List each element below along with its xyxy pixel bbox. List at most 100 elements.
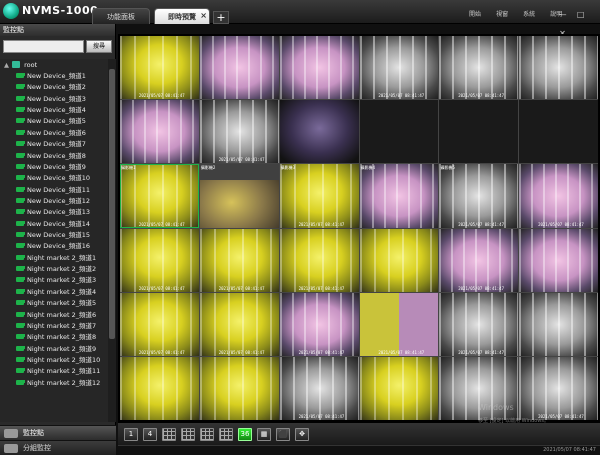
empty-video-tile[interactable] bbox=[519, 100, 598, 164]
tree-item-channel[interactable]: Night market 2_頻道2 bbox=[0, 264, 116, 275]
camera-feed-tile[interactable] bbox=[120, 356, 199, 420]
tree-item-channel[interactable]: New Device_頻道2 bbox=[0, 82, 116, 93]
tree-item-channel[interactable]: Night market 2_頻道11 bbox=[0, 366, 116, 377]
camera-feed-tile[interactable]: 攝影機2 bbox=[199, 164, 279, 228]
tree-item-channel[interactable]: Night market 2_頻道3 bbox=[0, 275, 116, 286]
camera-feed-tile[interactable]: 2021/05/07 08:41:47 bbox=[199, 228, 279, 292]
minimize-button[interactable]: — bbox=[556, 10, 569, 20]
feed-timestamp: 2021/05/07 08:41:47 bbox=[298, 349, 345, 355]
camera-feed-tile[interactable]: 2021/05/07 08:41:47 bbox=[519, 356, 598, 420]
camera-feed-tile[interactable]: 2021/05/07 08:41:47 bbox=[359, 292, 439, 356]
tree-item-channel[interactable]: Night market 2_頻道9 bbox=[0, 344, 116, 355]
camera-feed-tile[interactable]: 2021/05/07 08:41:47 bbox=[279, 228, 359, 292]
fullscreen-button[interactable]: ✥ bbox=[295, 428, 309, 441]
tree-item-channel[interactable]: Night market 2_頻道12 bbox=[0, 378, 116, 389]
camera-feed-tile[interactable]: 2021/05/07 08:41:47 bbox=[279, 356, 359, 420]
layout-36-button[interactable]: 36 bbox=[238, 428, 252, 441]
sidebar-nav-monitor[interactable]: 監控點 bbox=[0, 425, 116, 440]
camera-feed-tile[interactable] bbox=[359, 228, 439, 292]
tree-scrollbar[interactable] bbox=[108, 59, 116, 422]
camera-feed-tile[interactable]: 2021/05/07 08:41:47 bbox=[359, 36, 439, 100]
tree-item-channel[interactable]: New Device_頻道1 bbox=[0, 71, 116, 82]
camera-feed-tile[interactable]: 2021/05/07 08:41:47 bbox=[120, 292, 199, 356]
tree-item-channel[interactable]: New Device_頻道4 bbox=[0, 105, 116, 116]
layout-1-button[interactable]: 1 bbox=[124, 428, 138, 441]
tree-item-channel[interactable]: Night market 2_頻道6 bbox=[0, 310, 116, 321]
tree-item-label: New Device_頻道15 bbox=[27, 231, 90, 240]
camera-feed-tile[interactable]: 2021/05/07 08:41:47 bbox=[439, 36, 519, 100]
menu-start[interactable]: 開始 bbox=[464, 9, 486, 18]
camera-feed-tile[interactable]: 攝影機4 bbox=[359, 164, 439, 228]
camera-feed-tile[interactable]: 攝影機3 2021/05/07 08:41:47 bbox=[279, 164, 359, 228]
camera-feed-tile[interactable] bbox=[120, 100, 199, 164]
menu-window[interactable]: 視窗 bbox=[491, 9, 513, 18]
tab-live-preview-label: 即時預覽 bbox=[168, 13, 196, 21]
tree-item-channel[interactable]: New Device_頻道12 bbox=[0, 196, 116, 207]
tree-item-channel[interactable]: Night market 2_頻道7 bbox=[0, 321, 116, 332]
camera-feed-tile[interactable] bbox=[519, 36, 598, 100]
camera-feed-tile[interactable] bbox=[279, 36, 359, 100]
camera-icon bbox=[16, 141, 24, 147]
layout-4-button[interactable]: 4 bbox=[143, 428, 157, 441]
camera-feed-tile[interactable]: 2021/05/07 08:41:47 bbox=[120, 36, 199, 100]
camera-feed-tile[interactable]: 2021/05/07 08:41:47 bbox=[439, 228, 519, 292]
empty-video-tile[interactable] bbox=[359, 100, 439, 164]
search-input[interactable] bbox=[3, 40, 84, 53]
feed-timestamp: 2021/05/07 08:41:47 bbox=[218, 349, 265, 355]
camera-feed-tile[interactable] bbox=[199, 356, 279, 420]
tree-item-channel[interactable]: New Device_頻道13 bbox=[0, 207, 116, 218]
tree-item-channel[interactable]: New Device_頻道5 bbox=[0, 116, 116, 127]
layout-16-button[interactable] bbox=[200, 428, 214, 441]
layout-9-button[interactable] bbox=[181, 428, 195, 441]
tree-item-channel[interactable]: New Device_頻道10 bbox=[0, 173, 116, 184]
layout-custom-button[interactable]: ▦ bbox=[257, 428, 271, 441]
tab-function-panel[interactable]: 功能面板 bbox=[92, 8, 150, 24]
camera-icon bbox=[16, 379, 24, 385]
tree-item-channel[interactable]: New Device_頻道9 bbox=[0, 162, 116, 173]
tree-item-channel[interactable]: New Device_頻道7 bbox=[0, 139, 116, 150]
camera-feed-tile[interactable] bbox=[359, 356, 439, 420]
layout-8-button[interactable] bbox=[162, 428, 176, 441]
camera-feed-tile[interactable]: 2021/05/07 08:41:47 bbox=[439, 292, 519, 356]
tree-item-channel[interactable]: Night market 2_頻道8 bbox=[0, 332, 116, 343]
tree-item-channel[interactable]: New Device_頻道6 bbox=[0, 128, 116, 139]
tree-item-channel[interactable]: New Device_頻道15 bbox=[0, 230, 116, 241]
camera-feed-tile[interactable] bbox=[519, 228, 598, 292]
search-button[interactable]: 搜尋 bbox=[86, 40, 112, 53]
tab-live-preview[interactable]: 即時預覽 × bbox=[154, 8, 210, 24]
tree-item-channel[interactable]: Night market 2_頻道5 bbox=[0, 298, 116, 309]
add-tab-button[interactable]: + bbox=[213, 11, 229, 24]
camera-icon bbox=[16, 322, 24, 328]
camera-feed-tile[interactable]: 2021/05/07 08:41:47 bbox=[279, 292, 359, 356]
camera-feed-tile[interactable]: 攝影機5 2021/05/07 08:41:47 bbox=[439, 164, 519, 228]
record-button[interactable]: ⬛ bbox=[276, 428, 290, 441]
camera-feed-tile[interactable]: 2021/05/07 08:41:47 bbox=[519, 164, 598, 228]
tree-item-channel[interactable]: Night market 2_頻道10 bbox=[0, 355, 116, 366]
menu-system[interactable]: 系統 bbox=[518, 9, 540, 18]
tree-item-channel[interactable]: New Device_頻道3 bbox=[0, 94, 116, 105]
layout-25-button[interactable] bbox=[219, 428, 233, 441]
empty-video-tile[interactable] bbox=[439, 100, 519, 164]
tree-root[interactable]: ▲ root bbox=[0, 59, 116, 71]
group-icon bbox=[4, 444, 18, 453]
tree-item-channel[interactable]: New Device_頻道8 bbox=[0, 151, 116, 162]
sidebar-nav-group[interactable]: 分組監控 bbox=[0, 440, 116, 455]
tree-item-channel[interactable]: Night market 2_頻道1 bbox=[0, 253, 116, 264]
maximize-button[interactable]: □ bbox=[574, 10, 587, 20]
camera-feed-tile[interactable] bbox=[279, 100, 359, 164]
scroll-thumb[interactable] bbox=[109, 69, 115, 339]
tree-item-channel[interactable]: Night market 2_頻道4 bbox=[0, 287, 116, 298]
camera-feed-tile[interactable]: 2021/05/07 08:41:47 bbox=[120, 228, 199, 292]
tree-item-channel[interactable]: New Device_頻道14 bbox=[0, 219, 116, 230]
feed-timestamp: 2021/05/07 08:41:47 bbox=[538, 221, 584, 227]
camera-feed-tile[interactable]: 2021/05/07 08:41:47 bbox=[199, 292, 279, 356]
tree-item-channel[interactable]: New Device_頻道11 bbox=[0, 185, 116, 196]
camera-feed-tile[interactable] bbox=[199, 36, 279, 100]
title-bar: NVMS-1000 功能面板 即時預覽 × + 開始 視窗 系統 說明 — □ … bbox=[0, 0, 600, 38]
camera-feed-tile[interactable]: 2021/05/07 08:41:47 bbox=[199, 100, 279, 164]
tree-item-channel[interactable]: New Device_頻道16 bbox=[0, 241, 116, 252]
camera-feed-tile[interactable] bbox=[519, 292, 598, 356]
camera-feed-tile[interactable]: 攝影機1 2021/05/07 08:41:47 bbox=[120, 164, 199, 228]
close-tab-icon[interactable]: × bbox=[200, 8, 207, 24]
collapse-toggle-icon[interactable]: ▲ bbox=[4, 61, 9, 69]
